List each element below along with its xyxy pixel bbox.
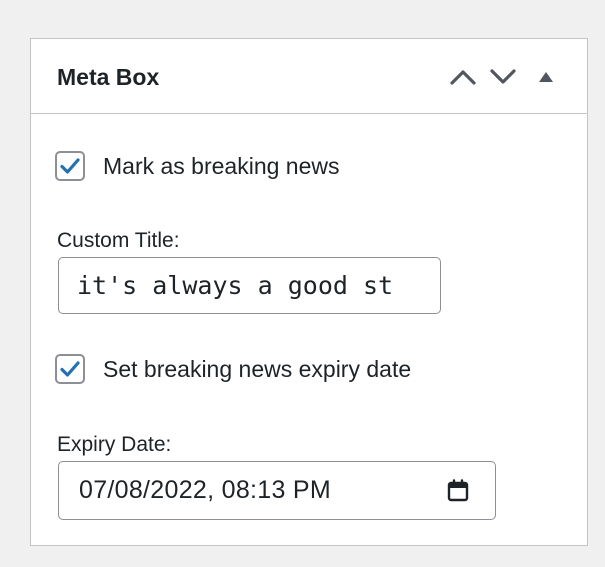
triangle-up-icon <box>539 72 553 82</box>
custom-title-label: Custom Title: <box>57 229 180 252</box>
breaking-news-label[interactable]: Mark as breaking news <box>103 152 340 180</box>
custom-title-input[interactable] <box>58 257 441 314</box>
meta-box-header: Meta Box <box>31 39 587 114</box>
expiry-date-label: Expiry Date: <box>57 433 172 456</box>
chevron-up-icon <box>450 70 476 85</box>
meta-box-controls <box>443 59 569 95</box>
expiry-date-checkbox[interactable] <box>55 354 85 384</box>
calendar-icon <box>447 478 469 501</box>
breaking-news-row: Mark as breaking news <box>55 151 340 181</box>
expiry-date-input[interactable]: 07/08/2022, 08:13 PM <box>58 461 496 520</box>
move-up-button[interactable] <box>443 59 483 95</box>
breaking-news-checkbox[interactable] <box>55 151 85 181</box>
checkmark-icon <box>60 158 80 174</box>
expiry-toggle-label[interactable]: Set breaking news expiry date <box>103 355 411 383</box>
chevron-down-icon <box>490 69 516 84</box>
meta-box-title: Meta Box <box>57 64 160 90</box>
toggle-panel-button[interactable] <box>523 59 569 95</box>
move-down-button[interactable] <box>483 59 523 95</box>
expiry-toggle-row: Set breaking news expiry date <box>55 354 411 384</box>
checkmark-icon <box>60 361 80 377</box>
meta-box: Meta Box Mark as breaking news Custom Ti… <box>30 38 588 546</box>
calendar-picker-button[interactable] <box>443 476 473 506</box>
expiry-date-value: 07/08/2022, 08:13 PM <box>79 476 332 504</box>
